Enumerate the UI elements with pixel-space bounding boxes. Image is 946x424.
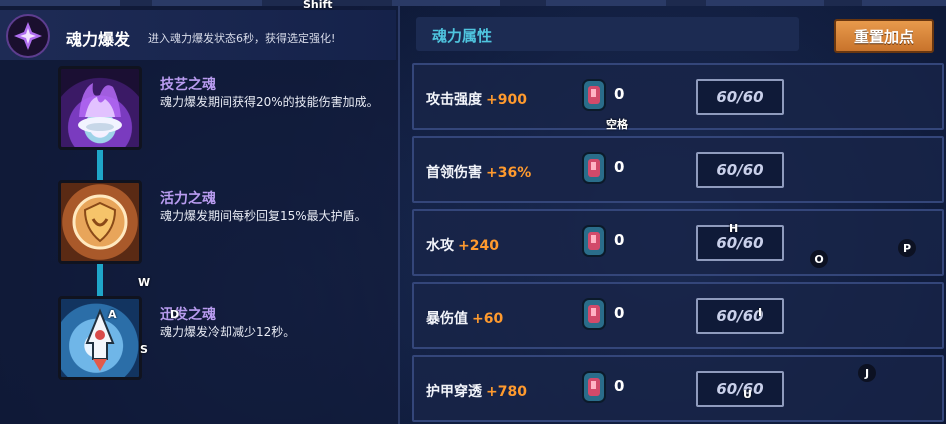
soul-name: 活力之魂 — [160, 191, 216, 207]
soul-gem-icon — [582, 152, 606, 184]
soul-attributes-title: 魂力属性 — [432, 27, 493, 45]
key-hint-w: W — [138, 276, 151, 289]
purple-flame-icon — [58, 66, 142, 150]
attribute-row-water-attack[interactable]: 水攻 +240 0 60/60 — [412, 209, 944, 276]
soul-burst-panel: 魂力爆发 进入魂力爆发状态6秒，获得选定强化! 技艺之魂 魂力爆发期间获得20%… — [0, 6, 400, 424]
attribute-label: 首领伤害 +36% — [426, 165, 532, 181]
attribute-row-crit-damage[interactable]: 暴伤值 +60 0 60/60 — [412, 282, 944, 349]
key-hint-space: 空格 — [606, 118, 628, 131]
soul-connector — [97, 150, 103, 182]
shield-emblem-icon — [58, 180, 142, 264]
key-hint-h: H — [729, 222, 739, 235]
soul-gem-icon — [582, 298, 606, 330]
key-hint-i: I — [758, 306, 763, 319]
soul-attributes-header: 魂力属性 — [416, 17, 799, 51]
soul-burst-icon — [6, 14, 50, 58]
attribute-label: 护甲穿透 +780 — [426, 384, 527, 400]
attribute-label: 攻击强度 +900 — [426, 92, 527, 108]
soul-name: 技艺之魂 — [160, 77, 216, 93]
attribute-value: +36% — [486, 165, 532, 181]
attribute-value: +900 — [486, 92, 527, 108]
key-hint-s: S — [140, 343, 148, 356]
attribute-row-boss-damage[interactable]: 首领伤害 +36% 0 60/60 — [412, 136, 944, 203]
attribute-points-box[interactable]: 60/60 — [696, 152, 784, 188]
key-hint-a: A — [108, 308, 117, 321]
soul-burst-header: 魂力爆发 进入魂力爆发状态6秒，获得选定强化! — [0, 10, 396, 60]
soul-gem-count: 0 — [614, 231, 625, 249]
soul-description: 魂力爆发冷却减少12秒。 — [160, 325, 296, 339]
soul-item-swift[interactable]: 迅发之魂 魂力爆发冷却减少12秒。 — [0, 296, 400, 380]
soul-description: 魂力爆发期间获得20%的技能伤害加成。 — [160, 95, 379, 109]
attribute-label: 水攻 +240 — [426, 238, 499, 254]
soul-gem-count: 0 — [614, 377, 625, 395]
top-tab[interactable] — [392, 0, 500, 6]
key-hint-d: D — [170, 308, 180, 321]
rocket-icon — [58, 296, 142, 380]
soul-gem-count: 0 — [614, 158, 625, 176]
top-tab[interactable] — [546, 0, 666, 6]
soul-connector — [97, 264, 103, 296]
attribute-label: 暴伤值 +60 — [426, 311, 504, 327]
key-hint-p: P — [898, 239, 916, 257]
attribute-points-box[interactable]: 60/60 — [696, 298, 784, 334]
soul-name: 迅发之魂 — [160, 307, 216, 323]
attribute-value: +780 — [486, 384, 527, 400]
soul-burst-title: 魂力爆发 — [66, 30, 131, 49]
soul-description: 魂力爆发期间每秒回复15%最大护盾。 — [160, 209, 367, 223]
attribute-value: +60 — [472, 311, 504, 327]
key-hint-o: O — [810, 250, 828, 268]
soul-gem-icon — [582, 371, 606, 403]
attribute-row-attack[interactable]: 攻击强度 +900 0 60/60 — [412, 63, 944, 130]
key-hint-u: U — [743, 388, 752, 401]
key-hint-j: J — [858, 364, 876, 382]
key-hint-shift: Shift — [303, 0, 333, 11]
soul-item-skill[interactable]: 技艺之魂 魂力爆发期间获得20%的技能伤害加成。 — [0, 66, 400, 150]
attribute-value: +240 — [458, 238, 499, 254]
attribute-points-box[interactable]: 60/60 — [696, 79, 784, 115]
soul-item-vitality[interactable]: 活力之魂 魂力爆发期间每秒回复15%最大护盾。 — [0, 180, 400, 264]
top-tab[interactable] — [862, 0, 946, 6]
soul-gem-count: 0 — [614, 304, 625, 322]
top-tab[interactable] — [706, 0, 824, 6]
soul-gem-icon — [582, 225, 606, 257]
reset-points-button[interactable]: 重置加点 — [834, 19, 934, 53]
soul-gem-count: 0 — [614, 85, 625, 103]
soul-gem-icon — [582, 79, 606, 111]
soul-burst-description: 进入魂力爆发状态6秒，获得选定强化! — [148, 32, 336, 45]
attribute-points-box[interactable]: 60/60 — [696, 225, 784, 261]
attribute-points-box[interactable]: 60/60 — [696, 371, 784, 407]
